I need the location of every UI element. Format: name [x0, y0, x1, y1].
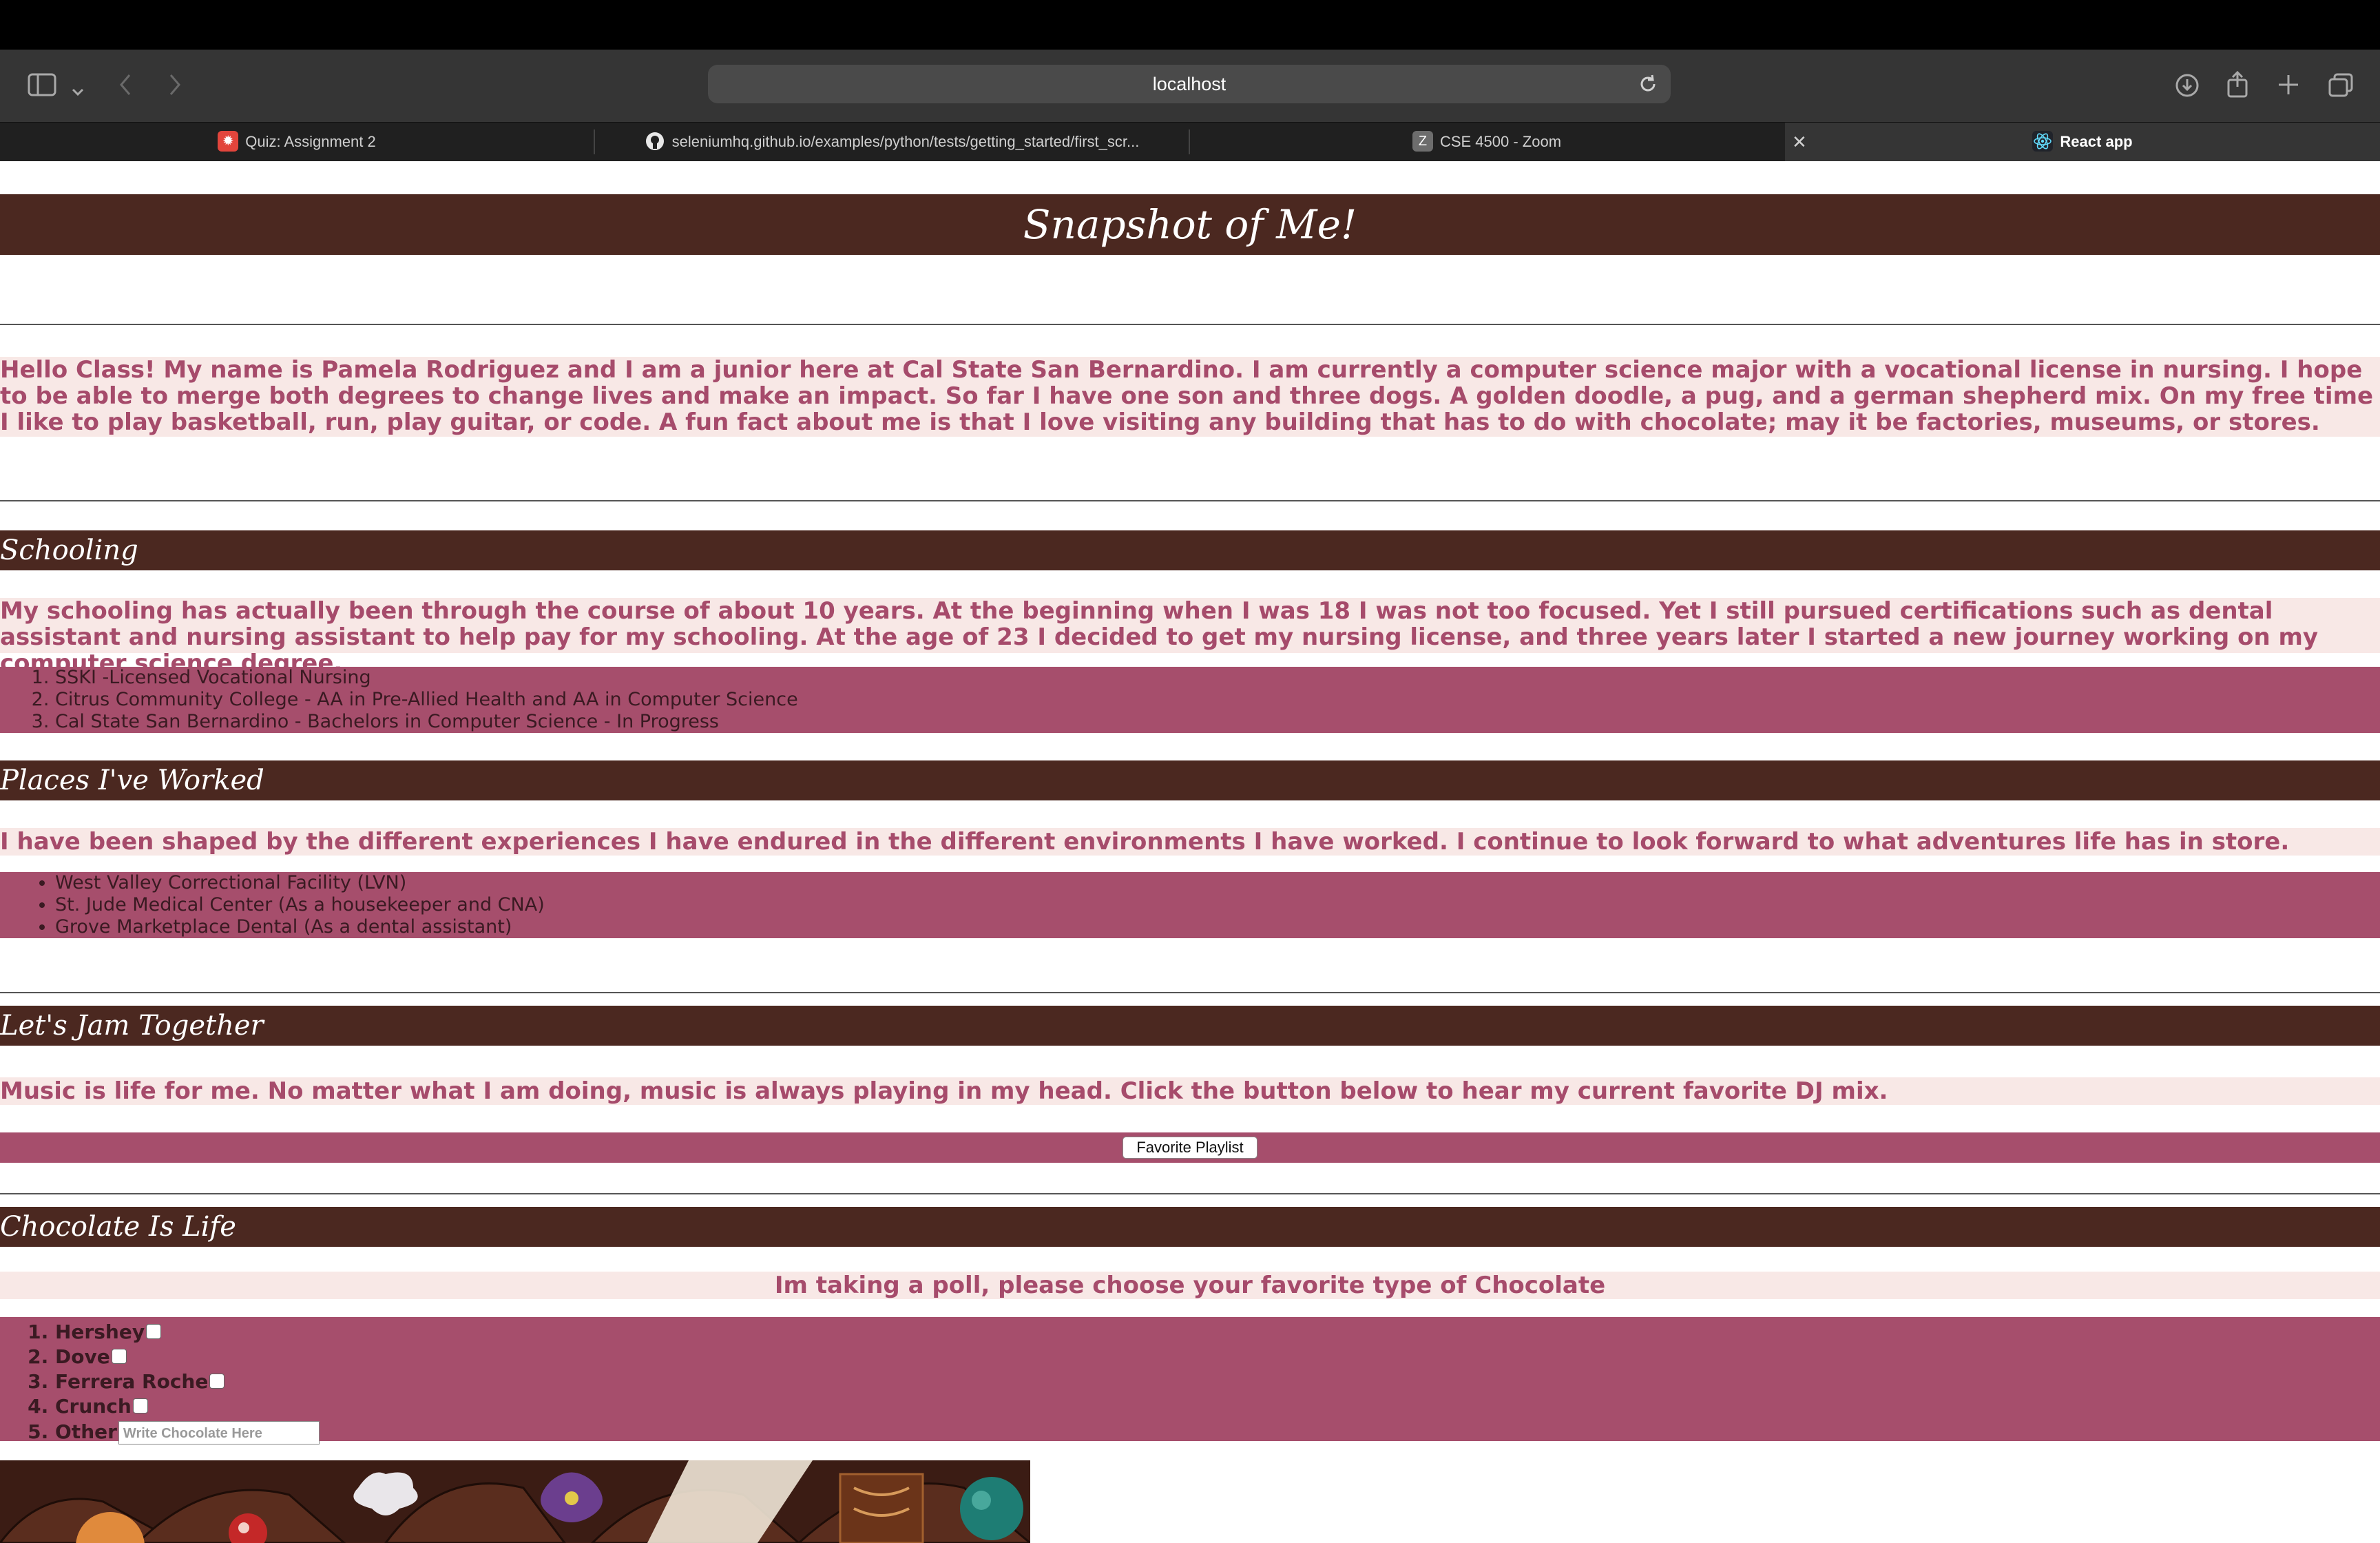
crunch-checkbox[interactable]	[132, 1398, 148, 1413]
page-title: Snapshot of Me!	[1023, 201, 1357, 248]
work-list: West Valley Correctional Facility (LVN) …	[0, 872, 2380, 938]
schooling-heading: Schooling	[0, 535, 138, 566]
other-chocolate-input[interactable]: Write Chocolate Here	[118, 1421, 320, 1444]
work-paragraph: I have been shaped by the different expe…	[0, 828, 2380, 856]
work-heading: Places I've Worked	[0, 765, 264, 796]
work-list-box: West Valley Correctional Facility (LVN) …	[0, 872, 2380, 938]
tab-label: seleniumhq.github.io/examples/python/tes…	[671, 133, 1140, 150]
react-icon	[2032, 131, 2054, 152]
jam-heading-bar: Let's Jam Together	[0, 1006, 2380, 1046]
jam-paragraph: Music is life for me. No matter what I a…	[0, 1077, 2380, 1105]
github-icon	[645, 131, 665, 152]
page-title-banner: Snapshot of Me!	[0, 194, 2380, 255]
poll-option: Hershey	[55, 1320, 2380, 1345]
poll-option: Dove	[55, 1345, 2380, 1369]
favorite-playlist-button[interactable]: Favorite Playlist	[1123, 1137, 1257, 1159]
screen-top-bar	[0, 0, 2380, 50]
list-item: SSKI -Licensed Vocational Nursing	[55, 667, 2380, 689]
list-item: St. Jude Medical Center (As a housekeepe…	[55, 894, 2380, 916]
tab-label: Quiz: Assignment 2	[245, 133, 376, 150]
back-icon[interactable]	[118, 73, 132, 101]
tab-selenium[interactable]: seleniumhq.github.io/examples/python/tes…	[595, 123, 1189, 161]
hershey-checkbox[interactable]	[146, 1324, 162, 1339]
schooling-list-box: SSKI -Licensed Vocational Nursing Citrus…	[0, 667, 2380, 733]
divider	[0, 500, 2380, 501]
address-bar[interactable]: localhost	[708, 65, 1671, 103]
divider	[0, 1193, 2380, 1194]
sidebar-toggle-icon[interactable]	[28, 73, 56, 101]
schooling-list: SSKI -Licensed Vocational Nursing Citrus…	[0, 667, 2380, 733]
work-heading-bar: Places I've Worked	[0, 760, 2380, 800]
tab-react-app[interactable]: ✕ React app	[1785, 123, 2380, 161]
poll-option: Ferrera Roche	[55, 1369, 2380, 1394]
list-item: Citrus Community College - AA in Pre-All…	[55, 689, 2380, 711]
schooling-paragraph: My schooling has actually been through t…	[0, 598, 2380, 676]
browser-toolbar: localhost	[0, 50, 2380, 122]
new-tab-icon[interactable]	[2277, 73, 2300, 101]
intro-paragraph: Hello Class! My name is Pamela Rodriguez…	[0, 357, 2380, 437]
jam-heading: Let's Jam Together	[0, 1010, 264, 1042]
tab-label: CSE 4500 - Zoom	[1439, 133, 1562, 150]
list-item: West Valley Correctional Facility (LVN)	[55, 872, 2380, 894]
chocolate-heading-bar: Chocolate Is Life	[0, 1207, 2380, 1247]
tab-label: React app	[2060, 133, 2133, 150]
chocolate-heading: Chocolate Is Life	[0, 1211, 236, 1243]
list-item: Cal State San Bernardino - Bachelors in …	[55, 711, 2380, 733]
divider	[0, 324, 2380, 325]
poll-options: Hershey Dove Ferrera Roche Crunch OtherW…	[0, 1317, 2380, 1445]
divider	[0, 992, 2380, 993]
dove-checkbox[interactable]	[111, 1349, 127, 1364]
share-icon[interactable]	[2226, 70, 2249, 103]
poll-options-box: Hershey Dove Ferrera Roche Crunch OtherW…	[0, 1317, 2380, 1444]
chevron-down-icon[interactable]	[72, 77, 84, 102]
tab-zoom[interactable]: Z CSE 4500 - Zoom	[1190, 123, 1784, 161]
ferrera-roche-checkbox[interactable]	[209, 1374, 225, 1389]
forward-icon[interactable]	[168, 73, 182, 101]
tab-bar: ✹ Quiz: Assignment 2 seleniumhq.github.io…	[0, 122, 2380, 161]
canvas-icon: ✹	[218, 131, 239, 152]
playlist-box: Favorite Playlist	[0, 1132, 2380, 1163]
list-item: Grove Marketplace Dental (As a dental as…	[55, 916, 2380, 938]
url-text: localhost	[1152, 74, 1226, 94]
close-icon[interactable]: ✕	[1792, 123, 1807, 161]
reload-icon[interactable]	[1638, 65, 1658, 116]
chocolate-image	[0, 1460, 1030, 1543]
tab-quiz[interactable]: ✹ Quiz: Assignment 2	[0, 123, 594, 161]
poll-option: Crunch	[55, 1394, 2380, 1419]
poll-prompt: Im taking a poll, please choose your fav…	[0, 1272, 2380, 1299]
poll-option-other: OtherWrite Chocolate Here	[55, 1419, 2380, 1445]
downloads-icon[interactable]	[2175, 73, 2200, 103]
tab-overview-icon[interactable]	[2328, 73, 2354, 103]
zoom-icon: Z	[1412, 131, 1433, 152]
schooling-heading-bar: Schooling	[0, 530, 2380, 570]
